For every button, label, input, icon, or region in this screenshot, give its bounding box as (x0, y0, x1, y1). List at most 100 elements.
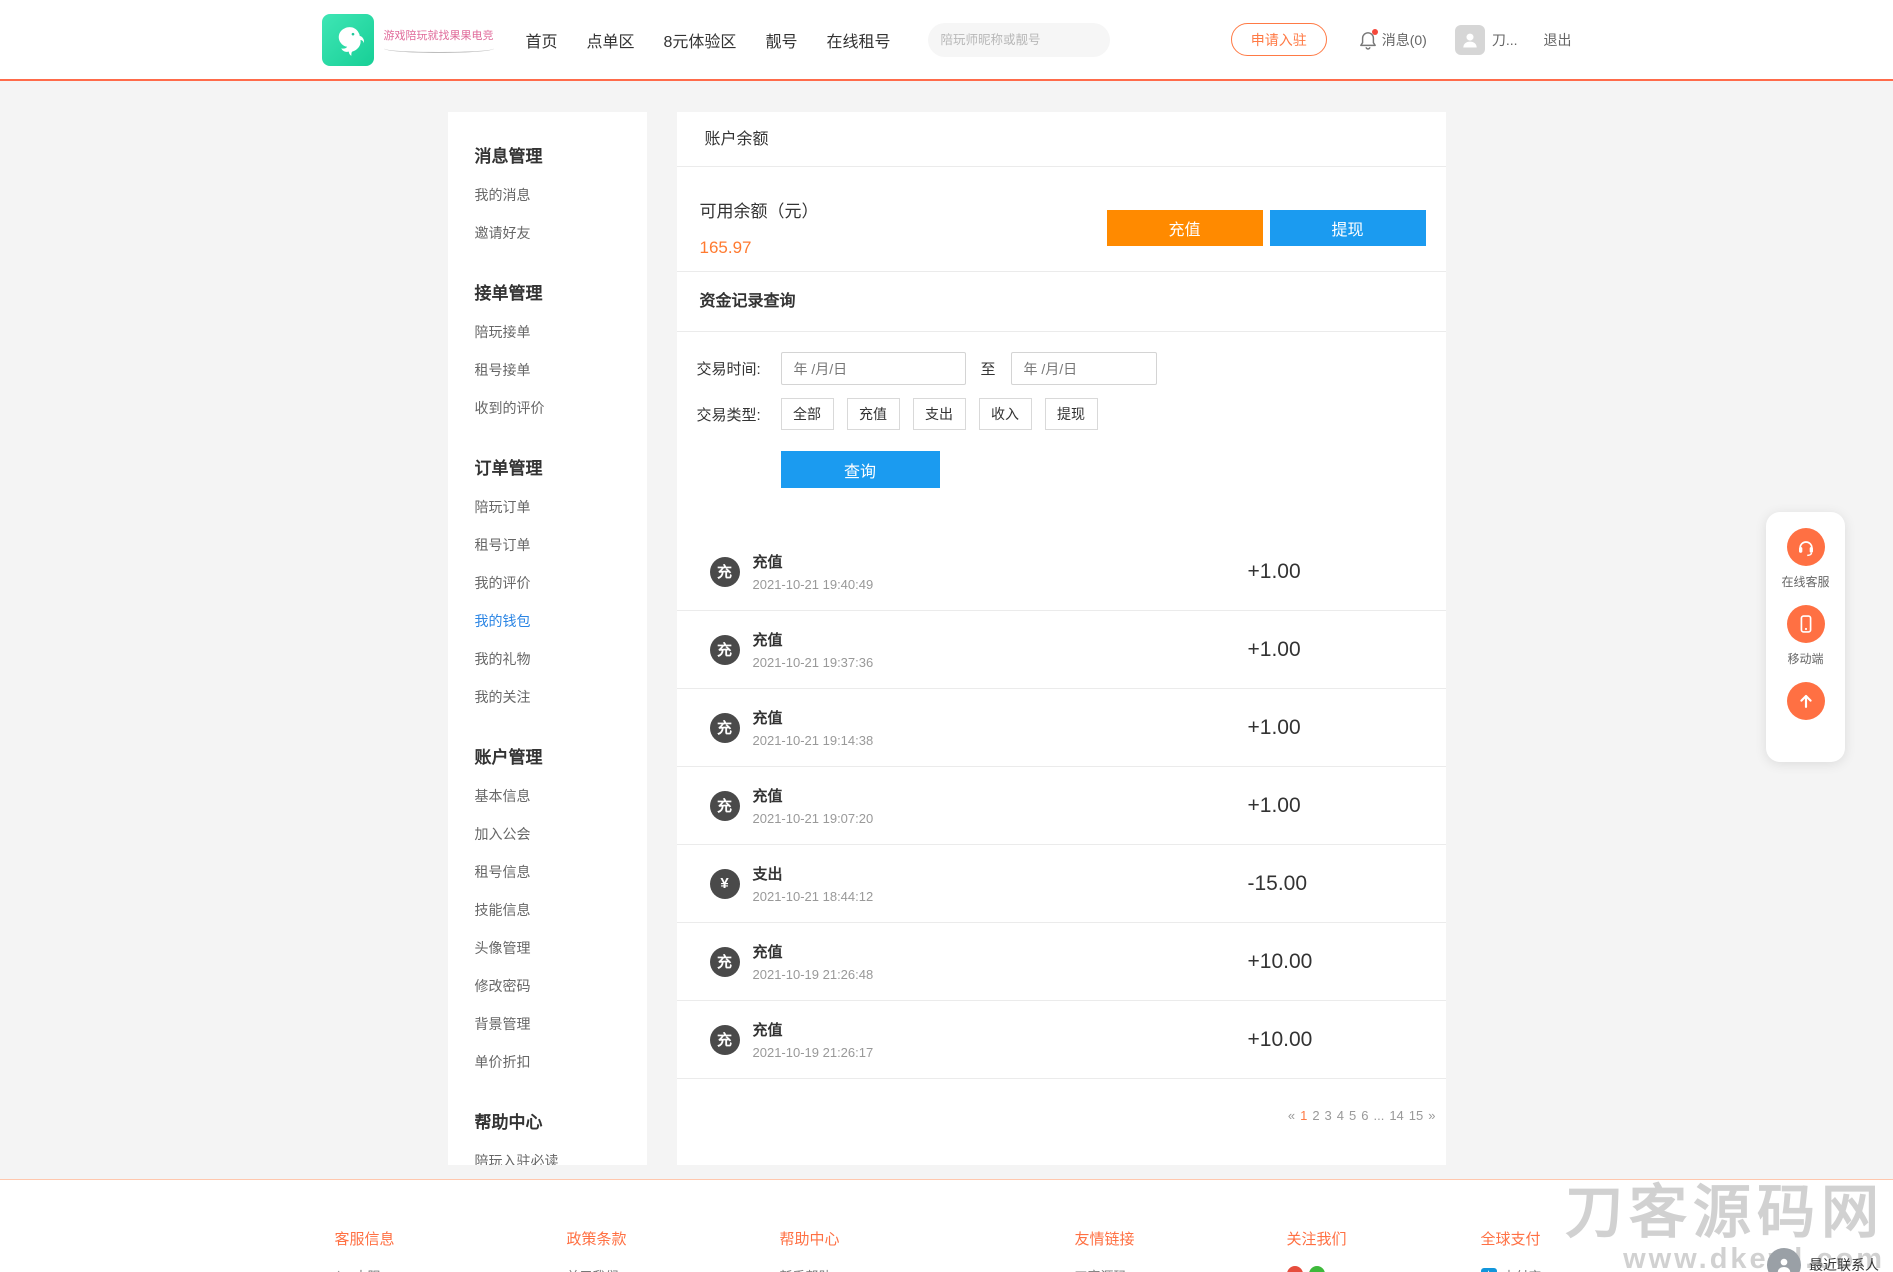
transaction-type-icon: 充 (709, 556, 740, 587)
pagination-page[interactable]: 2 (1312, 1108, 1319, 1123)
transaction-type-icon: 充 (709, 790, 740, 821)
sidebar-item[interactable]: 陪玩订单 (475, 497, 637, 517)
pagination-page[interactable]: 14 (1389, 1108, 1403, 1123)
transaction-amount: +1.00 (1247, 715, 1301, 739)
date-to-input[interactable] (1010, 352, 1157, 385)
footer-col-follow: 关注我们 (1286, 1228, 1347, 1272)
transaction-time: 2021-10-21 18:44:12 (752, 889, 874, 904)
apply-settle-button[interactable]: 申请入驻 (1230, 23, 1327, 56)
pagination-next[interactable]: » (1428, 1108, 1435, 1123)
sidebar-item[interactable]: 租号接单 (475, 360, 637, 380)
transaction-type-filter-button[interactable]: 支出 (912, 398, 966, 430)
footer-link[interactable]: 支 支付宝 (1480, 1266, 1542, 1272)
sidebar-section-orders: 订单管理 陪玩订单 租号订单 我的评价 我的钱包 我的礼物 我的关注 (475, 454, 637, 707)
transaction-type-icon: 充 (709, 712, 740, 743)
sidebar-item[interactable]: 我的消息 (475, 185, 637, 205)
query-button[interactable]: 查询 (780, 451, 940, 488)
headset-icon (1798, 541, 1813, 557)
transaction-type: 充值 (752, 944, 783, 961)
sidebar-item[interactable]: 基本信息 (475, 786, 637, 806)
sidebar-item[interactable]: 收到的评价 (475, 398, 637, 418)
pagination-page[interactable]: 4 (1337, 1108, 1344, 1123)
back-to-top-button[interactable] (1786, 682, 1825, 720)
sidebar-item[interactable]: 背景管理 (475, 1014, 637, 1034)
sidebar-item[interactable]: 我的钱包 (475, 611, 637, 631)
transaction-info: 支出 2021-10-21 18:44:12 (753, 863, 874, 904)
sidebar-section-title: 帮助中心 (474, 1113, 543, 1132)
sidebar-item[interactable]: 技能信息 (475, 900, 637, 920)
nav-item[interactable]: 8元体验区 (664, 28, 737, 52)
pagination-prev[interactable]: « (1288, 1108, 1295, 1123)
transaction-info: 充值 2021-10-19 21:26:48 (753, 941, 874, 982)
contact-avatar-icon (1767, 1248, 1801, 1272)
footer-link[interactable]: 关于我们 (567, 1266, 627, 1272)
transaction-type-filter-button[interactable]: 提现 (1044, 398, 1098, 430)
sidebar-item[interactable]: 租号订单 (475, 535, 637, 555)
wechat-icon[interactable] (1308, 1266, 1325, 1272)
footer-col-help: 帮助中心 新手帮助 (780, 1228, 840, 1272)
pagination-page[interactable]: 1 (1300, 1108, 1307, 1123)
sidebar-item[interactable]: 我的评价 (475, 573, 637, 593)
recent-contacts-widget[interactable]: 最近联系人 (1767, 1248, 1879, 1272)
transaction-type-icon: 充 (709, 946, 740, 977)
sidebar-item[interactable]: 我的礼物 (475, 649, 637, 669)
search-box[interactable] (928, 22, 1111, 57)
messages-label[interactable]: 消息(0) (1382, 30, 1427, 50)
recharge-button[interactable]: 充值 (1106, 210, 1263, 246)
sidebar-item[interactable]: 陪玩入驻必读 (475, 1151, 637, 1165)
pagination-page[interactable]: 3 (1325, 1108, 1332, 1123)
transaction-time: 2021-10-21 19:07:20 (752, 811, 874, 826)
search-input[interactable] (940, 32, 1102, 47)
pagination: « 1 2 3 4 5 6... 14 15 » (677, 1079, 1446, 1123)
records-filter: 交易时间: 至 交易类型: 全部充值支出收入提现 查询 (677, 332, 1446, 488)
nav-item[interactable]: 在线租号 (826, 28, 890, 52)
sidebar-item[interactable]: 单价折扣 (475, 1052, 637, 1072)
site-logo[interactable] (321, 13, 374, 66)
weibo-icon[interactable] (1286, 1266, 1303, 1272)
transaction-type-filter-button[interactable]: 充值 (846, 398, 900, 430)
floating-toolbar: 在线客服 移动端 (1766, 512, 1845, 762)
sidebar-item[interactable]: 加入公会 (475, 824, 637, 844)
footer-link[interactable]: 刀客源码 (1075, 1266, 1135, 1272)
logout-button[interactable]: 退出 (1544, 30, 1572, 50)
transaction-type-filter-button[interactable]: 收入 (978, 398, 1032, 430)
mobile-app-button[interactable] (1786, 605, 1825, 643)
sidebar-item[interactable]: 陪玩接单 (475, 322, 637, 342)
withdraw-button[interactable]: 提现 (1269, 210, 1426, 246)
footer-col-title: 客服信息 (334, 1231, 395, 1248)
sidebar-item[interactable]: 我的关注 (475, 687, 637, 707)
footer-link[interactable]: 新手帮助 (780, 1266, 840, 1272)
footer-col-payment: 全球支付 支 支付宝 (1480, 1228, 1542, 1272)
nav-item[interactable]: 靓号 (765, 28, 797, 52)
pagination-page[interactable]: 5 (1349, 1108, 1356, 1123)
footer-link[interactable]: 太阳QQ：400450 (335, 1266, 457, 1272)
avatar[interactable] (1454, 24, 1485, 55)
sidebar-item[interactable]: 头像管理 (475, 938, 637, 958)
pagination-pages: 1 2 3 4 5 6... 14 15 (1295, 1108, 1423, 1123)
footer-col-title: 帮助中心 (779, 1231, 840, 1248)
messages-entry[interactable]: 消息(0) (1359, 28, 1427, 50)
transaction-type-filter-button[interactable]: 全部 (780, 398, 834, 430)
nav-item[interactable]: 首页 (526, 28, 558, 52)
transaction-type-icon: ¥ (709, 868, 740, 899)
footer-col-title: 友情链接 (1074, 1231, 1135, 1248)
transaction-amount: +10.00 (1247, 1027, 1313, 1051)
sidebar-item[interactable]: 修改密码 (475, 976, 637, 996)
transaction-row: 充 充值 2021-10-21 19:07:20 +1.00 (676, 767, 1446, 845)
online-service-button[interactable] (1786, 528, 1825, 566)
transaction-info: 充值 2021-10-21 19:37:36 (753, 629, 874, 670)
nav-item[interactable]: 点单区 (587, 28, 635, 52)
pagination-page[interactable]: 6 (1361, 1108, 1368, 1123)
transaction-info: 充值 2021-10-19 21:26:17 (753, 1019, 874, 1060)
username-label[interactable]: 刀... (1492, 30, 1518, 50)
date-from-input[interactable] (780, 352, 966, 385)
sidebar-section-help: 帮助中心 陪玩入驻必读陪玩买家必读租号商家必读租号必读 (475, 1108, 637, 1165)
transaction-row: 充 充值 2021-10-21 19:14:38 +1.00 (676, 689, 1446, 767)
footer-col-title: 关注我们 (1286, 1231, 1347, 1248)
pagination-page[interactable]: ... (1373, 1108, 1384, 1123)
sidebar-section-receiving: 接单管理 陪玩接单 租号接单 收到的评价 (475, 279, 637, 418)
transaction-time: 2021-10-21 19:14:38 (752, 733, 874, 748)
pagination-page[interactable]: 15 (1409, 1108, 1423, 1123)
sidebar-item[interactable]: 租号信息 (475, 862, 637, 882)
sidebar-item[interactable]: 邀请好友 (475, 223, 637, 243)
